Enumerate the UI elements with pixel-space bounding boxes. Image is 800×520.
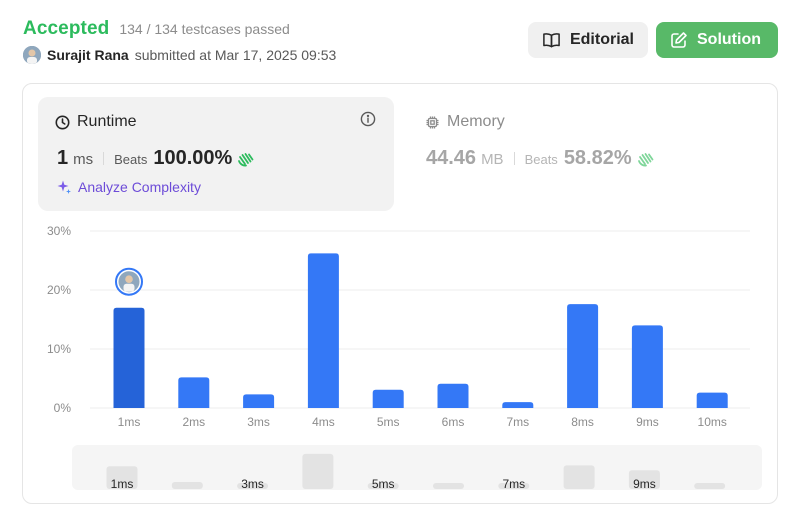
x-tick-label: 6ms (442, 415, 465, 429)
x-tick-label: 10ms (698, 415, 727, 429)
runtime-beats-label: Beats (114, 152, 148, 167)
y-tick-label: 10% (47, 342, 71, 356)
memory-beats-label: Beats (524, 152, 558, 167)
bar-3ms[interactable] (243, 394, 275, 408)
bar-9ms[interactable] (631, 325, 663, 408)
x-tick-label: 1ms (118, 415, 141, 429)
x-tick-label: 2ms (182, 415, 205, 429)
x-tick-label: 4ms (312, 415, 335, 429)
status-accepted: Accepted (23, 18, 110, 39)
navigator-bar (694, 483, 726, 489)
memory-beats-value: 58.82% (563, 147, 632, 169)
x-tick-label: 3ms (247, 415, 270, 429)
bar-7ms[interactable] (502, 402, 534, 408)
username-link[interactable]: Surajit Rana (47, 47, 129, 63)
bar-1ms[interactable] (113, 307, 145, 408)
status-line: Accepted 134 / 134 testcases passed (23, 18, 290, 40)
sparkle-icon (57, 180, 71, 194)
bar-5ms[interactable] (372, 389, 404, 408)
x-tick-label: 5ms (377, 415, 400, 429)
bar-10ms[interactable] (696, 392, 728, 408)
runtime-unit: ms (73, 151, 94, 168)
x-tick-label: 7ms (506, 415, 529, 429)
clap-icon (637, 152, 654, 166)
navigator-tick-label: 5ms (372, 477, 395, 491)
navigator-bar (563, 465, 595, 489)
clock-icon (55, 115, 70, 129)
memory-title-label: Memory (447, 113, 505, 130)
runtime-beats-value: 100.00% (153, 147, 233, 169)
runtime-value: 1 (57, 147, 69, 169)
analyze-complexity-link[interactable]: Analyze Complexity (56, 179, 201, 195)
solution-button[interactable]: Solution (656, 22, 778, 58)
metric-divider (103, 152, 105, 165)
runtime-metric: 1 ms Beats 100.00% (57, 147, 255, 170)
solution-label: Solution (697, 31, 761, 48)
testcases-passed: 134 / 134 testcases passed (119, 21, 290, 37)
navigator-tick-label: 1ms (111, 477, 134, 491)
y-tick-label: 30% (47, 224, 71, 238)
navigator-bar (171, 482, 203, 489)
memory-unit: MB (481, 151, 504, 168)
chip-icon (426, 116, 439, 128)
memory-title: Memory (425, 113, 505, 131)
submitter-line: Surajit Rana submitted at Mar 17, 2025 0… (23, 46, 336, 64)
runtime-title-label: Runtime (77, 113, 137, 130)
x-tick-label: 9ms (636, 415, 659, 429)
bar-6ms[interactable] (437, 383, 469, 408)
editorial-button[interactable]: Editorial (528, 22, 648, 58)
user-position-avatar[interactable] (115, 267, 143, 296)
editorial-label: Editorial (569, 31, 634, 48)
submitted-at: submitted at Mar 17, 2025 09:53 (134, 47, 337, 63)
analyze-complexity-label: Analyze Complexity (78, 179, 201, 195)
book-icon (543, 33, 560, 48)
memory-value: 44.46 (426, 147, 477, 169)
bar-8ms[interactable] (567, 304, 599, 408)
info-icon[interactable] (360, 111, 376, 127)
y-tick-label: 0% (54, 401, 72, 415)
bar-4ms[interactable] (307, 253, 339, 408)
navigator-tick-label: 7ms (502, 477, 525, 491)
metric-divider (513, 152, 515, 165)
navigator-tick-label: 3ms (241, 477, 264, 491)
navigator-tick-label: 9ms (633, 477, 656, 491)
edit-icon (671, 32, 687, 48)
memory-panel[interactable]: Memory 44.46 MB Beats 58.82% (410, 97, 760, 211)
y-tick-label: 20% (47, 283, 71, 297)
avatar[interactable] (23, 46, 41, 64)
runtime-panel[interactable]: Runtime 1 ms Beats 100.00% Analyze Compl… (38, 97, 394, 211)
x-tick-label: 8ms (571, 415, 594, 429)
submission-header: Accepted 134 / 134 testcases passed Sura… (22, 16, 778, 68)
bar-2ms[interactable] (178, 377, 210, 408)
memory-metric: 44.46 MB Beats 58.82% (426, 147, 655, 170)
navigator-bar (433, 483, 464, 489)
runtime-title: Runtime (55, 113, 137, 131)
clap-icon (238, 152, 254, 166)
navigator-bar (302, 453, 334, 489)
